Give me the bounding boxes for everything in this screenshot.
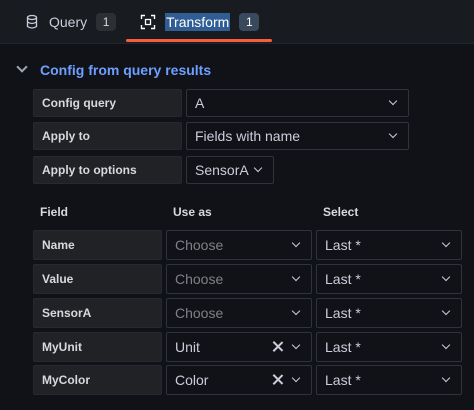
chevron-down-icon	[441, 238, 451, 248]
field-name-cell: MyColor	[33, 365, 162, 395]
field-name-cell: Value	[33, 264, 162, 294]
use-as-select[interactable]: Choose	[166, 298, 312, 328]
chevron-down-icon	[441, 373, 451, 383]
chevron-down-icon	[291, 238, 301, 248]
chevron-down-icon	[291, 306, 301, 316]
chevron-down-icon	[291, 340, 301, 350]
select-reducer[interactable]: Last *	[316, 332, 462, 362]
tab-transform-label: Transform	[165, 13, 231, 31]
tab-transform[interactable]: Transform 1	[140, 0, 260, 44]
chevron-down-icon	[441, 306, 451, 316]
chevron-down-icon	[441, 272, 451, 282]
active-tab-indicator	[126, 39, 272, 42]
chevron-down-icon	[291, 373, 301, 383]
config-query-label: Config query	[33, 89, 182, 117]
use-as-value: Choose	[175, 237, 224, 253]
column-header-select: Select	[323, 205, 359, 219]
use-as-select[interactable]: Unit	[166, 332, 312, 362]
use-as-select[interactable]: Choose	[166, 264, 312, 294]
use-as-select[interactable]: Choose	[166, 230, 312, 260]
select-reducer[interactable]: Last *	[316, 365, 462, 395]
select-value: Last *	[325, 237, 361, 253]
clear-icon[interactable]	[271, 373, 285, 387]
select-value: Last *	[325, 339, 361, 355]
tab-query-label: Query	[49, 14, 88, 30]
use-as-value: Choose	[175, 271, 224, 287]
select-reducer[interactable]: Last *	[316, 298, 462, 328]
field-name-cell: Name	[33, 230, 162, 260]
chevron-down-icon	[388, 96, 398, 106]
select-value: Last *	[325, 305, 361, 321]
use-as-value: Unit	[175, 339, 200, 355]
clear-icon[interactable]	[271, 340, 285, 354]
apply-to-label: Apply to	[33, 122, 182, 150]
apply-to-select[interactable]: Fields with name	[186, 122, 409, 150]
chevron-down-icon	[388, 129, 398, 139]
select-reducer[interactable]: Last *	[316, 230, 462, 260]
chevron-down-icon	[253, 163, 263, 173]
transform-icon	[140, 14, 156, 30]
column-header-use-as: Use as	[173, 205, 212, 219]
apply-to-options-select[interactable]: SensorA	[186, 156, 274, 184]
use-as-value: Choose	[175, 305, 224, 321]
select-reducer[interactable]: Last *	[316, 264, 462, 294]
editor-tab-bar: Query 1 Transform 1	[0, 0, 474, 44]
section-title: Config from query results	[40, 62, 212, 78]
field-name-cell: MyUnit	[33, 332, 162, 362]
apply-to-options-value: SensorA	[195, 162, 249, 178]
chevron-down-icon[interactable]	[16, 61, 28, 73]
tab-query-count: 1	[96, 13, 117, 31]
section-header[interactable]: Config from query results	[0, 56, 474, 84]
apply-to-value: Fields with name	[195, 128, 301, 144]
tab-transform-count: 1	[239, 13, 260, 31]
config-query-select[interactable]: A	[186, 89, 409, 117]
use-as-value: Color	[175, 372, 209, 388]
database-icon	[24, 14, 40, 30]
column-header-field: Field	[40, 205, 69, 219]
tab-query[interactable]: Query 1	[24, 0, 117, 44]
apply-to-options-label: Apply to options	[33, 156, 182, 184]
field-name-cell: SensorA	[33, 298, 162, 328]
select-value: Last *	[325, 271, 361, 287]
use-as-select[interactable]: Color	[166, 365, 312, 395]
chevron-down-icon	[291, 272, 301, 282]
chevron-down-icon	[441, 340, 451, 350]
config-query-value: A	[195, 95, 205, 111]
select-value: Last *	[325, 372, 361, 388]
